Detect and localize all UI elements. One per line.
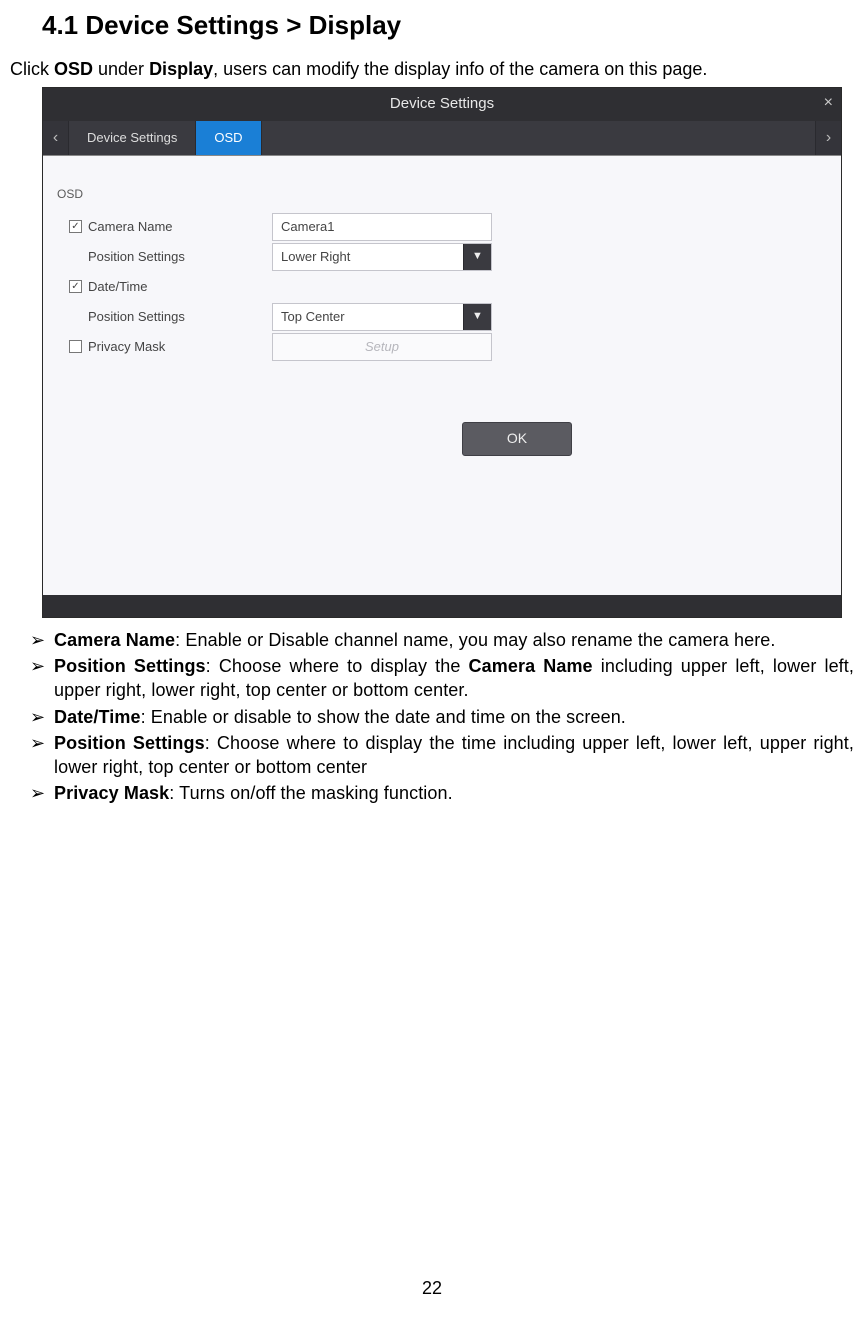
list-item: Privacy Mask: Turns on/off the masking f… [30,781,854,805]
privacy-mask-checkbox[interactable] [69,340,82,353]
datetime-label: Date/Time [88,278,147,296]
chevron-down-icon[interactable]: ▼ [463,304,491,330]
list-item: Date/Time: Enable or disable to show the… [30,705,854,729]
position2-label-cell: Position Settings [63,308,273,326]
camera-name-label-cell: ✓ Camera Name [63,218,273,236]
position2-value: Top Center [273,304,463,330]
position1-label-cell: Position Settings [63,248,273,266]
bullet-text: : Choose where to display the [206,656,469,676]
bullet-camera-name-bold: Camera Name [54,630,175,650]
description-list: Camera Name: Enable or Disable channel n… [10,628,854,806]
camera-name-input[interactable]: Camera1 [272,213,492,241]
tab-bar: ‹ Device Settings OSD › [43,121,841,155]
camera-name-label: Camera Name [88,218,173,236]
bullet-position1-bold: Position Settings [54,656,206,676]
position2-label: Position Settings [88,308,185,326]
datetime-label-cell: ✓ Date/Time [63,278,273,296]
datetime-checkbox[interactable]: ✓ [69,280,82,293]
tab-device-settings[interactable]: Device Settings [69,121,196,155]
camera-name-checkbox[interactable]: ✓ [69,220,82,233]
bullet-privacy-bold: Privacy Mask [54,783,169,803]
bullet-text: : Turns on/off the masking function. [169,783,452,803]
bullet-camera-name-inline-bold: Camera Name [469,656,593,676]
list-item: Position Settings: Choose where to displ… [30,654,854,703]
bullet-datetime-bold: Date/Time [54,707,141,727]
position2-select[interactable]: Top Center ▼ [272,303,492,331]
bullet-position2-bold: Position Settings [54,733,205,753]
bullet-text: : Enable or disable to show the date and… [141,707,626,727]
intro-paragraph: Click OSD under Display, users can modif… [10,57,854,81]
osd-group-label: OSD [43,186,841,212]
position1-select[interactable]: Lower Right ▼ [272,243,492,271]
privacy-mask-setup-button: Setup [272,333,492,361]
list-item: Camera Name: Enable or Disable channel n… [30,628,854,652]
list-item: Position Settings: Choose where to displ… [30,731,854,780]
tabs-scroll-right[interactable]: › [815,121,841,155]
chevron-down-icon[interactable]: ▼ [463,244,491,270]
page-number: 22 [0,1276,864,1300]
window-title: Device Settings [390,95,494,112]
ok-button[interactable]: OK [462,422,572,456]
settings-body: OSD ✓ Camera Name Camera1 [43,155,841,595]
close-icon[interactable]: × [824,92,833,114]
intro-bold-display: Display [149,59,213,79]
intro-text: Click [10,59,54,79]
position1-value: Lower Right [273,244,463,270]
device-settings-screenshot: Device Settings × ‹ Device Settings OSD … [42,87,842,617]
window-footer-bar [43,595,841,617]
window-titlebar: Device Settings × [43,88,841,120]
intro-bold-osd: OSD [54,59,93,79]
intro-text: , users can modify the display info of t… [213,59,707,79]
privacy-mask-label-cell: Privacy Mask [63,338,273,356]
bullet-text: : Enable or Disable channel name, you ma… [175,630,775,650]
tabs-scroll-left[interactable]: ‹ [43,121,69,155]
camera-name-value: Camera1 [273,214,491,240]
privacy-mask-label: Privacy Mask [88,338,165,356]
tab-osd[interactable]: OSD [196,121,261,155]
position1-label: Position Settings [88,248,185,266]
intro-text: under [93,59,149,79]
section-heading: 4.1 Device Settings > Display [42,8,854,43]
